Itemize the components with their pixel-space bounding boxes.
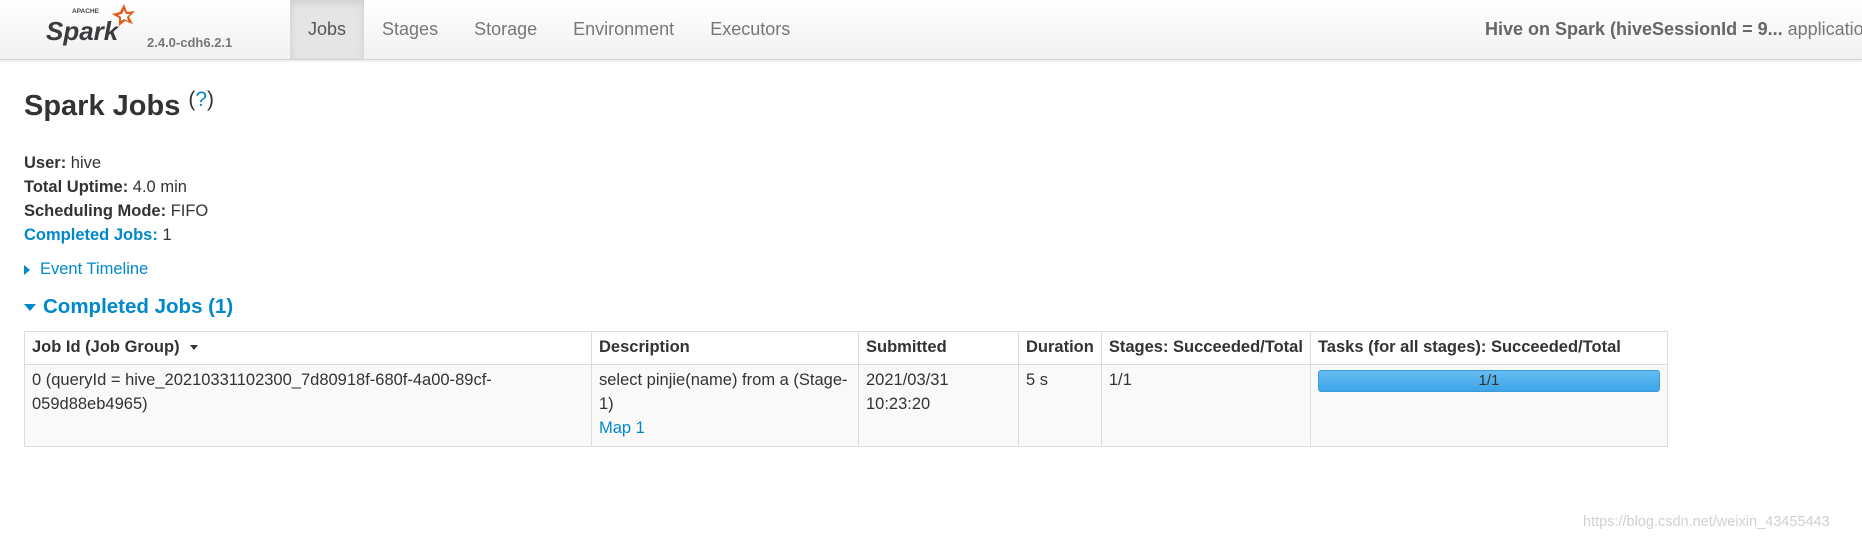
col-job-id[interactable]: Job Id (Job Group) [24,331,592,365]
expand-arrow-icon [24,264,30,275]
col-description[interactable]: Description [591,331,859,365]
page-title-row: Spark Jobs (?) [24,88,1862,123]
spark-logo[interactable]: APACHE Spark 2.4.0-cdh6.2.1 [46,0,246,59]
description-text: select pinjie(name) from a (Stage-1) [599,371,848,413]
col-stages[interactable]: Stages: Succeeded/Total [1100,331,1311,365]
cell-stages: 1/1 [1100,364,1311,447]
completed-jobs-heading: Completed Jobs (1) [43,295,234,318]
event-timeline-toggle[interactable]: Event Timeline [24,260,148,279]
watermark: https://blog.csdn.net/weixin_43455443 [1583,514,1830,530]
brand-top-text: APACHE [72,8,100,15]
nav-tabs: Jobs Stages Storage Environment Executor… [290,0,808,59]
col-submitted[interactable]: Submitted [858,331,1019,365]
summary-completed-jobs: Completed Jobs: 1 [24,226,172,244]
main-content: Spark Jobs (?) User: hive Total Uptime: … [24,88,1862,447]
cell-duration: 5 s [1018,364,1102,447]
help-tooltip: (?) [188,88,215,111]
tab-executors[interactable]: Executors [692,0,808,59]
table-header-row: Job Id (Job Group) Description Submitted… [24,331,1668,365]
tab-stages[interactable]: Stages [364,0,456,59]
help-link[interactable]: ? [195,88,207,111]
app-title-bold: Hive on Spark (hiveSessionId = 9... [1485,19,1783,39]
col-duration[interactable]: Duration [1018,331,1102,365]
completed-jobs-table: Job Id (Job Group) Description Submitted… [24,331,1668,447]
event-timeline-label: Event Timeline [40,260,149,278]
cell-description: select pinjie(name) from a (Stage-1) Map… [591,364,859,447]
tab-storage[interactable]: Storage [456,0,555,59]
col-tasks[interactable]: Tasks (for all stages): Succeeded/Total [1309,331,1668,365]
application-title: Hive on Spark (hiveSessionId = 9... appl… [1485,19,1862,40]
cell-job-id: 0 (queryId = hive_20210331102300_7d80918… [24,364,592,447]
summary-uptime: Total Uptime: 4.0 min [24,178,187,196]
sort-desc-icon [189,345,198,351]
completed-jobs-section-toggle[interactable]: Completed Jobs (1) [24,295,233,319]
summary-user: User: hive [24,154,102,172]
app-title-rest: applicatio [1782,19,1862,39]
tab-environment[interactable]: Environment [555,0,692,59]
summary-scheduling-mode: Scheduling Mode: FIFO [24,202,209,220]
page-title: Spark Jobs [24,90,181,122]
progress-text: 1/1 [1478,372,1500,389]
tasks-progress-bar: 1/1 [1317,370,1660,392]
collapse-arrow-icon [24,303,36,311]
cell-submitted: 2021/03/31 10:23:20 [858,364,1019,447]
cell-tasks: 1/1 [1309,364,1668,447]
spark-version: 2.4.0-cdh6.2.1 [147,35,233,50]
brand-name-text: Spark [46,16,120,46]
tab-jobs[interactable]: Jobs [290,0,365,59]
table-row: 0 (queryId = hive_20210331102300_7d80918… [24,364,1668,447]
top-navbar: APACHE Spark 2.4.0-cdh6.2.1 Jobs Stages … [0,0,1862,60]
job-summary: User: hive Total Uptime: 4.0 min Schedul… [24,151,208,247]
completed-jobs-link[interactable]: Completed Jobs: [24,226,158,244]
spark-logo-icon: APACHE Spark [46,4,135,46]
description-link[interactable]: Map 1 [599,419,645,437]
